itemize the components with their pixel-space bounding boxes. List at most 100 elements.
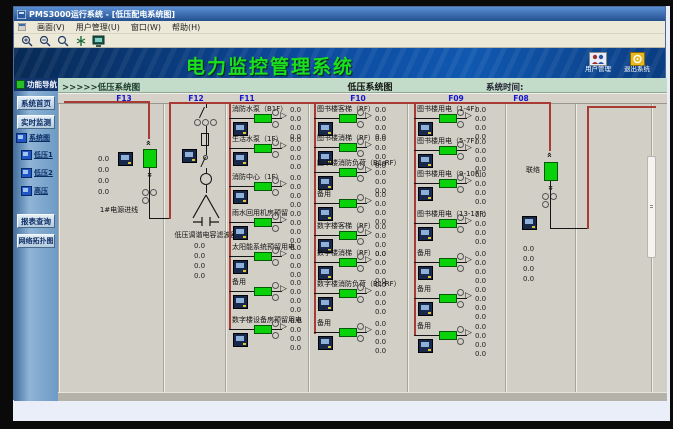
meter-icon[interactable] xyxy=(233,152,248,166)
measurement-value: 0.0 xyxy=(375,338,386,346)
exit-system-button[interactable]: 退出系统 xyxy=(618,52,656,74)
arrow-icon: ▷ xyxy=(365,197,372,206)
arrow-icon: ▷ xyxy=(465,217,472,226)
breaker-indicator[interactable] xyxy=(254,182,272,191)
switch-blade xyxy=(199,107,205,118)
breaker-indicator[interactable] xyxy=(439,146,457,155)
meter-icon[interactable] xyxy=(418,339,433,353)
tree-node-lowvoltage2[interactable]: 低压2 xyxy=(21,168,53,178)
breaker-indicator[interactable] xyxy=(439,258,457,267)
meter-icon[interactable] xyxy=(318,266,333,280)
breaker-indicator[interactable] xyxy=(254,218,272,227)
zoom-in-icon[interactable] xyxy=(20,35,33,47)
menu-item-user-management[interactable]: 用户管理(U) xyxy=(76,22,120,33)
menu-item-view[interactable]: 画面(V) xyxy=(37,22,65,33)
measurement-value: 0.0 xyxy=(475,277,486,285)
measurement-value: 0.0 xyxy=(290,271,301,279)
measurement-value: 0.0 xyxy=(475,220,486,228)
ct-circle xyxy=(357,175,364,182)
tree-node-system-diagram[interactable]: 系统图 xyxy=(16,133,50,143)
meter-icon[interactable] xyxy=(233,295,248,309)
tree-node-lowvoltage1[interactable]: 低压1 xyxy=(21,150,53,160)
breaker-indicator[interactable] xyxy=(439,179,457,188)
breaker-indicator[interactable] xyxy=(339,168,357,177)
diagram-canvas[interactable]: » » 1#电源进线 xyxy=(58,93,667,392)
incoming-breaker-indicator[interactable] xyxy=(143,149,157,168)
scrollbar-thumb[interactable] xyxy=(647,156,656,258)
main-area: >>>>>低压系统图 低压系统图 系统时间: » » xyxy=(58,78,667,401)
sidebar-item-home[interactable]: 系统首页 xyxy=(17,96,55,110)
measurement-value: 0.0 xyxy=(475,189,486,197)
breaker-indicator[interactable] xyxy=(339,114,357,123)
breaker-indicator[interactable] xyxy=(339,258,357,267)
measurement-value: 0.0 xyxy=(194,272,205,280)
meter-icon[interactable] xyxy=(418,187,433,201)
window-title: PMS3000运行系统 - [低压配电系统图] xyxy=(29,9,175,20)
sidebar-item-realtime[interactable]: 实时监测 xyxy=(17,115,55,129)
breaker-indicator[interactable] xyxy=(339,328,357,337)
sidebar-item-reports[interactable]: 报表查询 xyxy=(17,214,55,228)
breaker-indicator[interactable] xyxy=(439,331,457,340)
measurement-value: 0.0 xyxy=(523,265,534,273)
meter-icon[interactable] xyxy=(418,154,433,168)
breaker-indicator[interactable] xyxy=(254,325,272,334)
tie-breaker-indicator[interactable] xyxy=(544,162,558,181)
ct-circle xyxy=(272,139,279,146)
ct-circle xyxy=(457,109,464,116)
bottom-scroll-strip[interactable] xyxy=(58,392,667,401)
breaker-indicator[interactable] xyxy=(439,219,457,228)
meter-icon[interactable] xyxy=(318,176,333,190)
meter-icon[interactable] xyxy=(233,226,248,240)
meter-icon[interactable] xyxy=(182,149,197,163)
tree-node-highvoltage[interactable]: 高压 xyxy=(21,186,48,196)
measurement-value: 0.0 xyxy=(290,297,301,305)
breaker-indicator[interactable] xyxy=(254,252,272,261)
ct-circle xyxy=(272,332,279,339)
meter-icon[interactable] xyxy=(118,152,133,166)
menu-item-window[interactable]: 窗口(W) xyxy=(131,22,161,33)
meter-icon[interactable] xyxy=(418,266,433,280)
breaker-indicator[interactable] xyxy=(439,294,457,303)
sidebar-item-topology[interactable]: 网络拓扑图 xyxy=(17,234,55,248)
measurement-value: 0.0 xyxy=(375,241,386,249)
arrow-icon: ▷ xyxy=(365,326,372,335)
breaker-indicator[interactable] xyxy=(339,231,357,240)
users-icon xyxy=(589,52,607,66)
breaker-indicator[interactable] xyxy=(254,114,272,123)
meter-icon[interactable] xyxy=(233,333,248,347)
bus-line xyxy=(587,106,656,108)
meter-icon[interactable] xyxy=(418,227,433,241)
meter-icon[interactable] xyxy=(233,122,248,136)
zoom-out-icon[interactable] xyxy=(38,35,51,47)
meter-icon[interactable] xyxy=(418,302,433,316)
window-titlebar[interactable]: PMS3000运行系统 - [低压配电系统图] xyxy=(14,7,665,21)
meter-icon[interactable] xyxy=(318,297,333,311)
breaker-indicator[interactable] xyxy=(254,144,272,153)
breaker-indicator[interactable] xyxy=(339,143,357,152)
column-header-F09: F09 xyxy=(442,94,470,103)
arrow-icon: ▷ xyxy=(280,112,287,121)
menu-item-help[interactable]: 帮助(H) xyxy=(172,22,200,33)
meter-icon[interactable] xyxy=(233,260,248,274)
monitor-icon[interactable] xyxy=(92,35,105,47)
measurement-value: 0.0 xyxy=(475,198,486,206)
breaker-indicator[interactable] xyxy=(339,289,357,298)
meter-icon[interactable] xyxy=(318,207,333,221)
breaker-indicator[interactable] xyxy=(339,199,357,208)
meter-icon[interactable] xyxy=(233,190,248,204)
delta-capacitor-symbol xyxy=(186,192,226,226)
meter-icon[interactable] xyxy=(418,122,433,136)
user-management-button[interactable]: 用户管理 xyxy=(579,52,617,74)
meter-icon[interactable] xyxy=(522,216,537,230)
feeder-label: 备用 xyxy=(317,319,331,327)
measurement-value: 0.0 xyxy=(475,229,486,237)
zoom-search-icon[interactable] xyxy=(56,35,69,47)
breaker-indicator[interactable] xyxy=(439,114,457,123)
sidebar-header-label: 功能导航 xyxy=(27,79,57,90)
arrow-icon: ▷ xyxy=(465,144,472,153)
meter-icon[interactable] xyxy=(318,336,333,350)
measurement-value: 0.0 xyxy=(375,320,386,328)
measurement-value: 0.0 xyxy=(290,335,301,343)
pan-icon[interactable] xyxy=(74,35,87,47)
breaker-indicator[interactable] xyxy=(254,287,272,296)
